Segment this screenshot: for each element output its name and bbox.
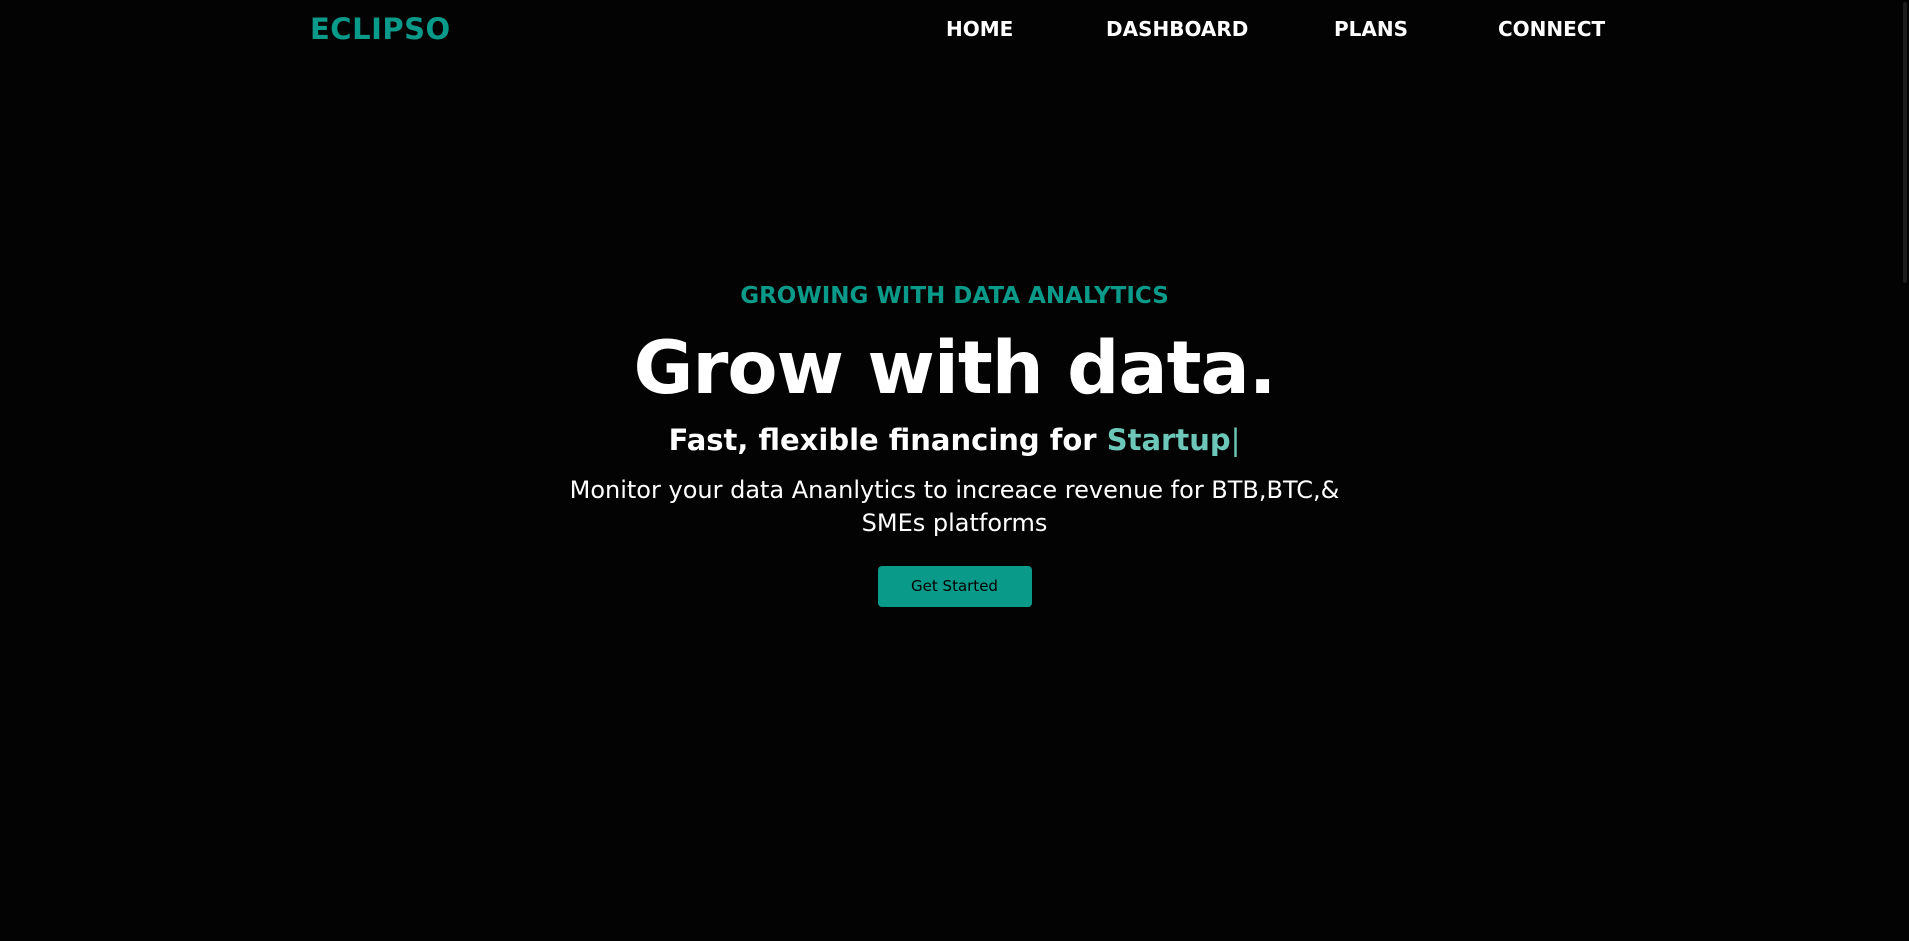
hero-eyebrow: GROWING WITH DATA ANALYTICS: [740, 283, 1169, 309]
scrollbar-thumb[interactable]: [1903, 2, 1907, 283]
hero-description: Monitor your data Ananlytics to increace…: [569, 476, 1340, 537]
nav-link-home[interactable]: HOME: [946, 17, 1013, 41]
get-started-button[interactable]: Get Started: [877, 566, 1032, 607]
typing-cursor: |: [1230, 423, 1241, 457]
subheadline-prefix: Fast, flexible financing for: [668, 423, 1107, 457]
hero-headline: Grow with data.: [633, 326, 1276, 411]
subheadline-highlight: Startup: [1106, 423, 1231, 457]
navbar: ECLIPSO HOME DASHBOARD PLANS CONNECT: [0, 0, 1909, 62]
landing-page: ECLIPSO HOME DASHBOARD PLANS CONNECT GRO…: [0, 0, 1909, 941]
nav-link-dashboard[interactable]: DASHBOARD: [1106, 17, 1248, 41]
nav-link-connect[interactable]: CONNECT: [1498, 17, 1605, 41]
hero-section: GROWING WITH DATA ANALYTICS Grow with da…: [0, 280, 1909, 607]
hero-subheadline: Fast, flexible financing for Startup|: [0, 420, 1909, 460]
scrollbar[interactable]: [1901, 0, 1909, 285]
brand-logo[interactable]: ECLIPSO: [310, 12, 451, 46]
nav-link-plans[interactable]: PLANS: [1334, 17, 1408, 41]
